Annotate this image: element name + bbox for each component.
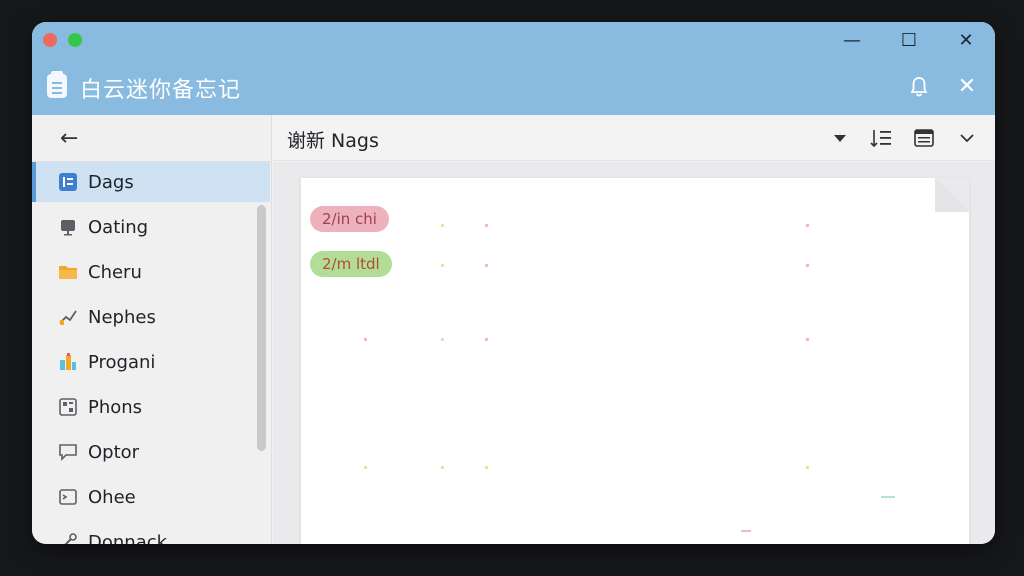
note-page[interactable]: 2/in chi 2/m ltdl (301, 178, 969, 544)
toolbar: 谢新 Nags (273, 115, 995, 161)
dot-mark (806, 264, 809, 267)
chevron-down-icon[interactable] (954, 125, 980, 151)
dot-mark (441, 466, 444, 469)
terminal-icon (58, 487, 78, 507)
tag-chip[interactable]: 2/in chi (310, 206, 389, 232)
dot-mark (485, 338, 488, 341)
sidebar-item-cheru[interactable]: Cheru (32, 252, 270, 292)
sidebar-item-label: Optor (88, 441, 140, 463)
tag-chip[interactable]: 2/m ltdl (310, 251, 392, 277)
close-icon[interactable]: ✕ (955, 72, 979, 100)
app-title: 白云迷你备忘记 (80, 78, 242, 103)
dot-mark (441, 338, 444, 341)
sidebar-item-label: Nephes (88, 306, 156, 328)
dash-mark (881, 496, 895, 498)
sidebar-item-oating[interactable]: Oating (32, 207, 270, 247)
dot-mark (485, 224, 488, 227)
bars-icon (58, 352, 78, 372)
window-close-button[interactable]: ✕ (951, 28, 981, 52)
dot-mark (806, 466, 809, 469)
bell-icon[interactable] (910, 76, 928, 98)
dot-mark (364, 338, 367, 341)
dash-mark (741, 530, 751, 532)
calendar-icon[interactable] (911, 125, 937, 151)
grid-icon (58, 397, 78, 417)
page-title: 谢新 Nags (287, 130, 379, 152)
sidebar-item-label: Progani (88, 351, 156, 373)
dropdown-caret-icon[interactable] (827, 125, 853, 151)
list-icon (58, 172, 78, 192)
sort-list-icon[interactable] (868, 125, 894, 151)
sidebar-scrollbar[interactable] (257, 205, 266, 451)
sidebar-item-label: Ohee (88, 486, 136, 508)
dot-mark (485, 466, 488, 469)
sidebar-item-progani[interactable]: Progani (32, 342, 270, 382)
dot-mark (364, 466, 367, 469)
folder-icon (58, 262, 78, 282)
back-arrow-icon[interactable]: ← (60, 127, 88, 151)
page-fold (935, 178, 969, 212)
tool-icon (58, 532, 78, 544)
sidebar-item-phons[interactable]: Phons (32, 387, 270, 427)
chat-icon (58, 442, 78, 462)
maximize-button[interactable]: ☐ (894, 28, 924, 52)
sidebar-item-label: Cheru (88, 261, 142, 283)
chart-icon (58, 307, 78, 327)
monitor-icon (58, 217, 78, 237)
sidebar-item-label: Phons (88, 396, 143, 418)
sidebar-item-nephes[interactable]: Nephes (32, 297, 270, 337)
minimize-button[interactable]: — (837, 28, 867, 52)
app-window: — ☐ ✕ 白云迷你备忘记 ✕ ← Dags Oating Cheru Neph… (32, 22, 995, 544)
title-bar: — ☐ ✕ 白云迷你备忘记 ✕ (32, 22, 995, 115)
sidebar-item-dags[interactable]: Dags (32, 162, 270, 202)
sidebar-item-label: Dags (88, 171, 134, 193)
app-logo-icon (47, 71, 67, 98)
dot-mark (441, 264, 444, 267)
zoom-dot[interactable] (68, 33, 82, 47)
dot-mark (806, 338, 809, 341)
dot-mark (806, 224, 809, 227)
sidebar-item-label: Oating (88, 216, 149, 238)
note-area: 2/in chi 2/m ltdl (273, 162, 995, 544)
dot-mark (441, 224, 444, 227)
sidebar-item-optor[interactable]: Optor (32, 432, 270, 472)
sidebar: ← Dags Oating Cheru Nephes Progani Phons… (32, 115, 272, 544)
close-dot[interactable] (43, 33, 57, 47)
sidebar-item-ohee[interactable]: Ohee (32, 477, 270, 517)
sidebar-item-donnack[interactable]: Donnack (32, 522, 270, 544)
sidebar-item-label: Donnack (88, 531, 168, 545)
dot-mark (485, 264, 488, 267)
